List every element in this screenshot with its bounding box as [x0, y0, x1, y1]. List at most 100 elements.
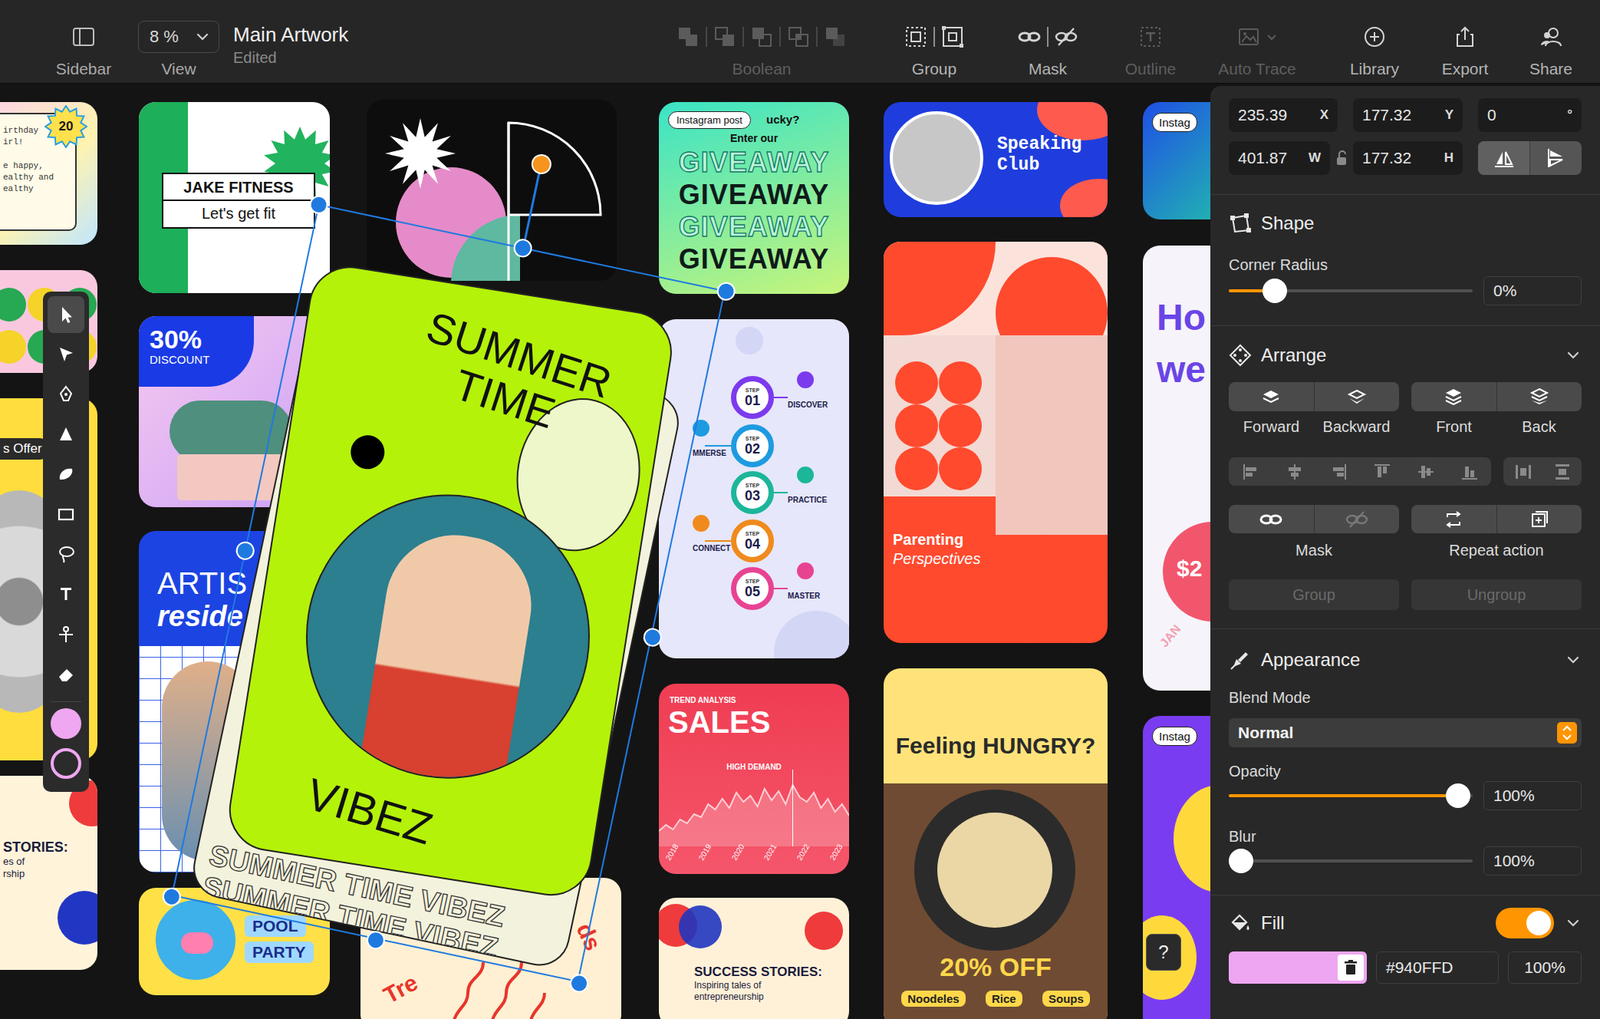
section-title: Arrange [1260, 344, 1327, 366]
align-button[interactable] [1272, 457, 1317, 486]
help-button[interactable]: ? [1145, 933, 1182, 971]
tool-button[interactable] [47, 575, 85, 613]
slider-knob[interactable] [1262, 278, 1288, 303]
value-text: 100% [1493, 851, 1535, 870]
artboard-card[interactable]: SUCCESS STORIES:Inspiring tales ofentrep… [658, 897, 850, 1019]
arrange-header[interactable]: Arrange [1228, 342, 1582, 368]
fill-swatch[interactable] [50, 707, 82, 739]
lock-icon[interactable] [1330, 149, 1354, 167]
align-button[interactable] [1403, 457, 1448, 486]
tool-button[interactable] [47, 655, 85, 692]
artboard-card[interactable]: ParentingPerspectives [883, 241, 1108, 643]
edit-status: Edited [233, 47, 349, 68]
stroke-swatch[interactable] [50, 747, 82, 779]
zoom-dropdown[interactable]: 8 % [138, 20, 220, 53]
back-button[interactable] [1497, 381, 1583, 412]
chevron-down-icon[interactable] [1564, 914, 1582, 932]
backward-button[interactable] [1314, 381, 1400, 412]
distribute-button[interactable] [1503, 457, 1543, 486]
front-icon [1443, 386, 1464, 407]
align-button[interactable] [1316, 457, 1360, 486]
view-control[interactable]: 8 %View [138, 19, 220, 79]
flip-vertical-button[interactable] [1478, 141, 1531, 175]
shape-header[interactable]: Shape [1228, 210, 1582, 236]
slider-track[interactable] [1228, 289, 1473, 293]
card-text: Inspiring tales of [694, 979, 823, 991]
inspector-panel: 235.39X177.32Y0°401.87W177.32HShapeCorne… [1210, 85, 1600, 1019]
tag: Rice [985, 990, 1023, 1007]
value-field[interactable]: 100% [1483, 780, 1582, 810]
back-icon [1529, 386, 1550, 407]
blend-mode-dropdown[interactable]: Normal [1228, 717, 1582, 748]
sidebar-button[interactable]: Sidebar [41, 19, 126, 79]
artboard-card[interactable]: Instagram postucky?Enter ourGIVEAWAYGIVE… [658, 102, 850, 294]
mask-button[interactable] [1228, 504, 1315, 534]
value-field[interactable]: 100% [1483, 846, 1582, 876]
width-field[interactable]: 401.87W [1228, 141, 1331, 175]
badge: Instag [1152, 726, 1198, 746]
blob-tool-icon [55, 464, 76, 484]
toolbar-group-button[interactable]: Group [888, 19, 981, 79]
value-field[interactable]: 0% [1483, 276, 1582, 306]
align-button[interactable] [1359, 457, 1404, 486]
connector [704, 444, 731, 447]
appearance-section: AppearanceBlend ModeNormalOpacity100%Blu… [1210, 628, 1600, 896]
tool-button[interactable] [47, 335, 85, 373]
toolbar-export-button[interactable]: Export [1434, 19, 1496, 79]
toolbar-share-button[interactable]: Share [1520, 19, 1582, 79]
card-title: JAKE FITNESS [178, 174, 298, 200]
flip-horizontal-button[interactable] [1530, 141, 1582, 175]
distribute-button[interactable] [1542, 457, 1582, 486]
tool-button[interactable] [47, 455, 85, 493]
appearance-header[interactable]: Appearance [1228, 647, 1582, 672]
section-title: Shape [1260, 212, 1314, 234]
mask-icon [1017, 25, 1041, 49]
fill-opacity-field[interactable]: 100% [1507, 951, 1582, 984]
slider-knob[interactable] [1228, 848, 1254, 873]
artboard-card[interactable]: Feeling HUNGRY?20% OFFNoodelesRiceSoups [883, 668, 1108, 1019]
selection-box[interactable] [171, 204, 726, 983]
artboard-card[interactable]: SpeakingClub [883, 102, 1108, 218]
flip-horizontal-icon [1545, 147, 1568, 169]
value-text: 100% [1493, 786, 1535, 805]
toolbar-mask-button[interactable]: Mask [1001, 19, 1094, 79]
chevron-down-icon[interactable] [1564, 346, 1582, 364]
field-value: 0 [1487, 105, 1497, 125]
slider-track[interactable] [1228, 859, 1473, 863]
hex-field[interactable]: #940FFD [1376, 951, 1499, 984]
slider-knob[interactable] [1445, 783, 1471, 808]
tool-button[interactable] [47, 615, 85, 652]
y-field[interactable]: 177.32Y [1353, 98, 1463, 132]
x-field[interactable]: 235.39X [1228, 98, 1338, 132]
repeat-button[interactable] [1411, 504, 1498, 534]
delete-fill-button[interactable] [1337, 954, 1364, 981]
artboard-card[interactable]: JAKE FITNESSLet's get fit [138, 102, 330, 294]
align-button[interactable] [1228, 457, 1273, 486]
toolbar-library-button[interactable]: Library [1343, 19, 1406, 79]
align-button[interactable] [1447, 457, 1492, 486]
tool-button[interactable] [47, 415, 85, 453]
front-button[interactable] [1411, 381, 1498, 412]
repeat-duplicate-button[interactable] [1497, 504, 1583, 534]
artboard-card[interactable] [366, 99, 617, 281]
fill-toggle[interactable] [1495, 907, 1554, 939]
canvas[interactable]: irthdayirl!e happy,ealthy andealthy20s O… [0, 83, 1600, 1019]
button-label: Forward [1243, 418, 1300, 435]
height-field[interactable]: 177.32H [1353, 141, 1463, 175]
knife-tool-icon [55, 623, 76, 644]
artboard-card[interactable]: irthdayirl!e happy,ealthy andealthy20 [0, 102, 98, 245]
tool-button[interactable] [47, 495, 85, 533]
giveaway-row: GIVEAWAY [678, 146, 830, 179]
artboard-card[interactable]: STORIES:es ofrship [0, 775, 98, 970]
slider-track[interactable] [1228, 793, 1473, 797]
tool-button[interactable] [47, 375, 85, 413]
forward-button[interactable] [1228, 381, 1315, 412]
color-swatch[interactable] [1228, 951, 1367, 984]
chevron-down-icon[interactable] [1564, 651, 1582, 669]
artboard-card[interactable]: TREND ANALYSISSALESHIGH DEMAND2018201920… [658, 683, 850, 874]
tool-button[interactable] [47, 296, 85, 333]
tool-button[interactable] [47, 535, 85, 573]
artboard-card[interactable]: STEP01DISCOVERSTEP02MMERSESTEP03PRACTICE… [658, 319, 850, 659]
fill-header[interactable]: Fill [1228, 907, 1582, 939]
rotation-field[interactable]: 0° [1478, 98, 1582, 132]
